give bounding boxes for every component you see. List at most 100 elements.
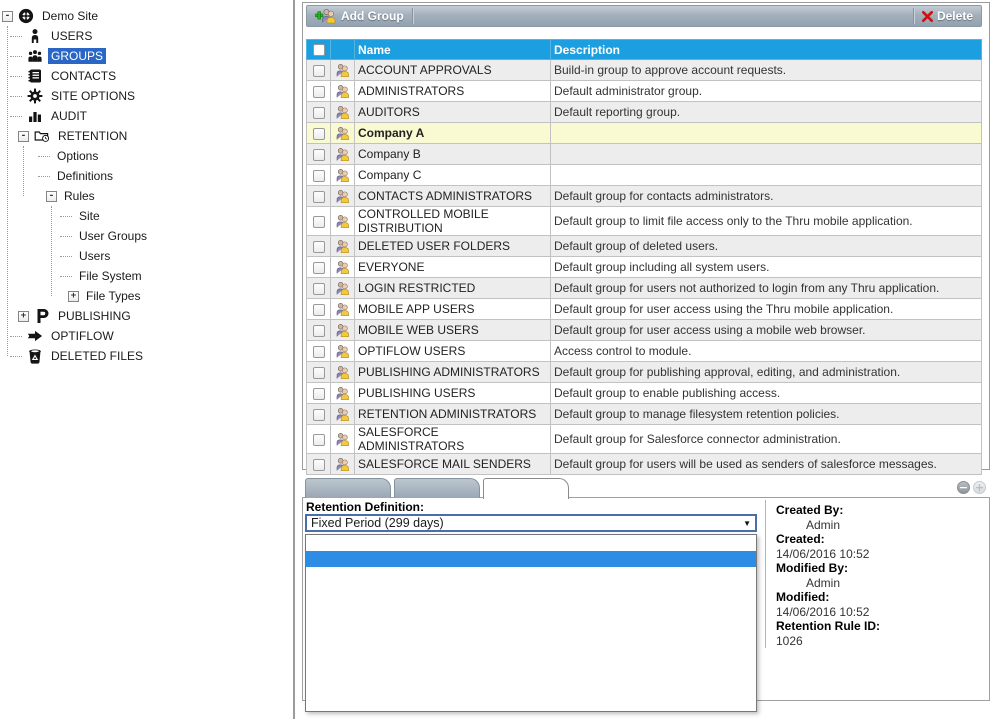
toolbar: Add Group Delete: [306, 5, 982, 27]
tree-item-publishing[interactable]: + PUBLISHING: [0, 306, 293, 326]
tree-item-groups[interactable]: GROUPS: [0, 46, 293, 66]
dropdown-option-add-new-definition[interactable]: [306, 695, 756, 711]
row-checkbox[interactable]: [313, 191, 325, 203]
table-row-optiflow-users[interactable]: OPTIFLOW USERS Access control to module.: [307, 341, 982, 362]
table-row-mobile-app-users[interactable]: MOBILE APP USERS Default group for user …: [307, 299, 982, 320]
tab-details[interactable]: [305, 478, 391, 498]
dropdown-option-permanent-restricted[interactable]: [306, 679, 756, 695]
table-row-company-b[interactable]: Company B: [307, 144, 982, 165]
dropdown-option-fixed-date-06-14-17[interactable]: [306, 551, 756, 567]
dropdown-option-inactivity-period-999-days[interactable]: [306, 663, 756, 679]
row-checkbox[interactable]: [313, 409, 325, 421]
table-row-auditors[interactable]: AUDITORS Default reporting group.: [307, 102, 982, 123]
tree-expander-icon[interactable]: -: [2, 11, 13, 22]
header-description[interactable]: Description: [551, 40, 982, 60]
row-checkbox[interactable]: [313, 170, 325, 182]
row-checkbox[interactable]: [313, 346, 325, 358]
tree-connector-stub: [10, 336, 22, 337]
table-row-salesforce-mail-senders[interactable]: SALESFORCE MAIL SENDERS Default group fo…: [307, 454, 982, 475]
dropdown-option-inactivity-period-15-days-thru-trial-sites[interactable]: [306, 631, 756, 647]
row-checkbox[interactable]: [313, 107, 325, 119]
tree-item-options[interactable]: Options: [0, 146, 293, 166]
delete-button[interactable]: Delete: [914, 6, 981, 26]
dropdown-option-inactivity-period-1-days[interactable]: [306, 615, 756, 631]
tree-item-label: OPTIFLOW: [48, 328, 117, 344]
tree-item-site-options[interactable]: SITE OPTIONS: [0, 86, 293, 106]
tree-item-retention[interactable]: - RETENTION: [0, 126, 293, 146]
row-checkbox[interactable]: [313, 65, 325, 77]
dropdown-option-fixed-period-299-days[interactable]: [306, 567, 756, 583]
row-checkbox[interactable]: [313, 241, 325, 253]
tree-item-optiflow[interactable]: OPTIFLOW: [0, 326, 293, 346]
tab-retention[interactable]: [483, 478, 569, 499]
collapse-panel-icon[interactable]: −: [957, 481, 970, 494]
row-checkbox[interactable]: [313, 149, 325, 161]
group-name: PUBLISHING USERS: [355, 383, 551, 404]
table-row-publishing-administrators[interactable]: PUBLISHING ADMINISTRATORS Default group …: [307, 362, 982, 383]
table-row-controlled-mobile-distribution[interactable]: CONTROLLED MOBILE DISTRIBUTION Default g…: [307, 207, 982, 236]
info-field: Modified By: Admin: [776, 561, 984, 590]
expand-panel-icon[interactable]: +: [973, 481, 986, 494]
tree-item-users[interactable]: Users: [0, 246, 293, 266]
row-checkbox[interactable]: [313, 388, 325, 400]
tree-expander-icon[interactable]: -: [46, 191, 57, 202]
retention-definition-select[interactable]: Fixed Period (299 days) ▼: [305, 514, 757, 532]
tree-item-site[interactable]: Site: [0, 206, 293, 226]
tree-item-file-system[interactable]: File System: [0, 266, 293, 286]
add-group-button[interactable]: Add Group: [307, 6, 412, 26]
groups-icon: [26, 48, 44, 65]
table-row-administrators[interactable]: ADMINISTRATORS Default administrator gro…: [307, 81, 982, 102]
row-checkbox[interactable]: [313, 128, 325, 140]
tree-item-definitions[interactable]: Definitions: [0, 166, 293, 186]
group-description: Default group for users not authorized t…: [551, 278, 982, 299]
select-all-checkbox[interactable]: [313, 44, 325, 56]
dropdown-option-inactivity-period-30-days[interactable]: [306, 647, 756, 663]
group-description: Default group for publishing approval, e…: [551, 362, 982, 383]
info-field: Created By: Admin: [776, 503, 984, 532]
tree-expander-icon[interactable]: -: [18, 131, 29, 142]
group-icon: [334, 63, 351, 77]
table-row-publishing-users[interactable]: PUBLISHING USERS Default group to enable…: [307, 383, 982, 404]
row-checkbox[interactable]: [313, 367, 325, 379]
tree-item-user-groups[interactable]: User Groups: [0, 226, 293, 246]
dropdown-option-inactivity-period-0-days-zero-day-rule[interactable]: [306, 599, 756, 615]
tree-item-demo-site[interactable]: - Demo Site: [0, 6, 293, 26]
tab-users[interactable]: [394, 478, 480, 498]
row-checkbox[interactable]: [313, 325, 325, 337]
header-name[interactable]: Name: [355, 40, 551, 60]
tree-item-contacts[interactable]: CONTACTS: [0, 66, 293, 86]
table-row-account-approvals[interactable]: ACCOUNT APPROVALS Build-in group to appr…: [307, 60, 982, 81]
user-icon: [26, 28, 44, 45]
row-checkbox[interactable]: [313, 459, 325, 471]
tree-item-deleted-files[interactable]: DELETED FILES: [0, 346, 293, 366]
tree-item-audit[interactable]: AUDIT: [0, 106, 293, 126]
tree-item-users[interactable]: USERS: [0, 26, 293, 46]
table-row-salesforce-administrators[interactable]: SALESFORCE ADMINISTRATORS Default group …: [307, 425, 982, 454]
table-row-login-restricted[interactable]: LOGIN RESTRICTED Default group for users…: [307, 278, 982, 299]
tree-item-rules[interactable]: - Rules: [0, 186, 293, 206]
tree-connector-stub: [38, 176, 50, 177]
pane-splitter[interactable]: [293, 0, 295, 719]
site-icon: [17, 8, 35, 25]
row-checkbox[interactable]: [313, 86, 325, 98]
row-checkbox[interactable]: [313, 304, 325, 316]
panel-buttons: − +: [957, 481, 986, 494]
info-field: Created: 14/06/2016 10:52: [776, 532, 984, 561]
row-checkbox[interactable]: [313, 434, 325, 446]
table-row-deleted-user-folders[interactable]: DELETED USER FOLDERS Default group of de…: [307, 236, 982, 257]
table-row-everyone[interactable]: EVERYONE Default group including all sys…: [307, 257, 982, 278]
row-checkbox[interactable]: [313, 283, 325, 295]
table-row-retention-administrators[interactable]: RETENTION ADMINISTRATORS Default group t…: [307, 404, 982, 425]
tree-expander-icon[interactable]: +: [18, 311, 29, 322]
table-row-contacts-administrators[interactable]: CONTACTS ADMINISTRATORS Default group fo…: [307, 186, 982, 207]
row-checkbox[interactable]: [313, 262, 325, 274]
table-row-mobile-web-users[interactable]: MOBILE WEB USERS Default group for user …: [307, 320, 982, 341]
group-icon: [334, 281, 351, 295]
row-checkbox[interactable]: [313, 216, 325, 228]
dropdown-option-fixed-period-30-days-30-day-rule[interactable]: [306, 583, 756, 599]
table-row-company-c[interactable]: Company C: [307, 165, 982, 186]
tree-expander-icon[interactable]: +: [68, 291, 79, 302]
tree-item-file-types[interactable]: + File Types: [0, 286, 293, 306]
dropdown-option-no-rule-at-this-level[interactable]: [306, 535, 756, 551]
table-row-company-a[interactable]: Company A: [307, 123, 982, 144]
